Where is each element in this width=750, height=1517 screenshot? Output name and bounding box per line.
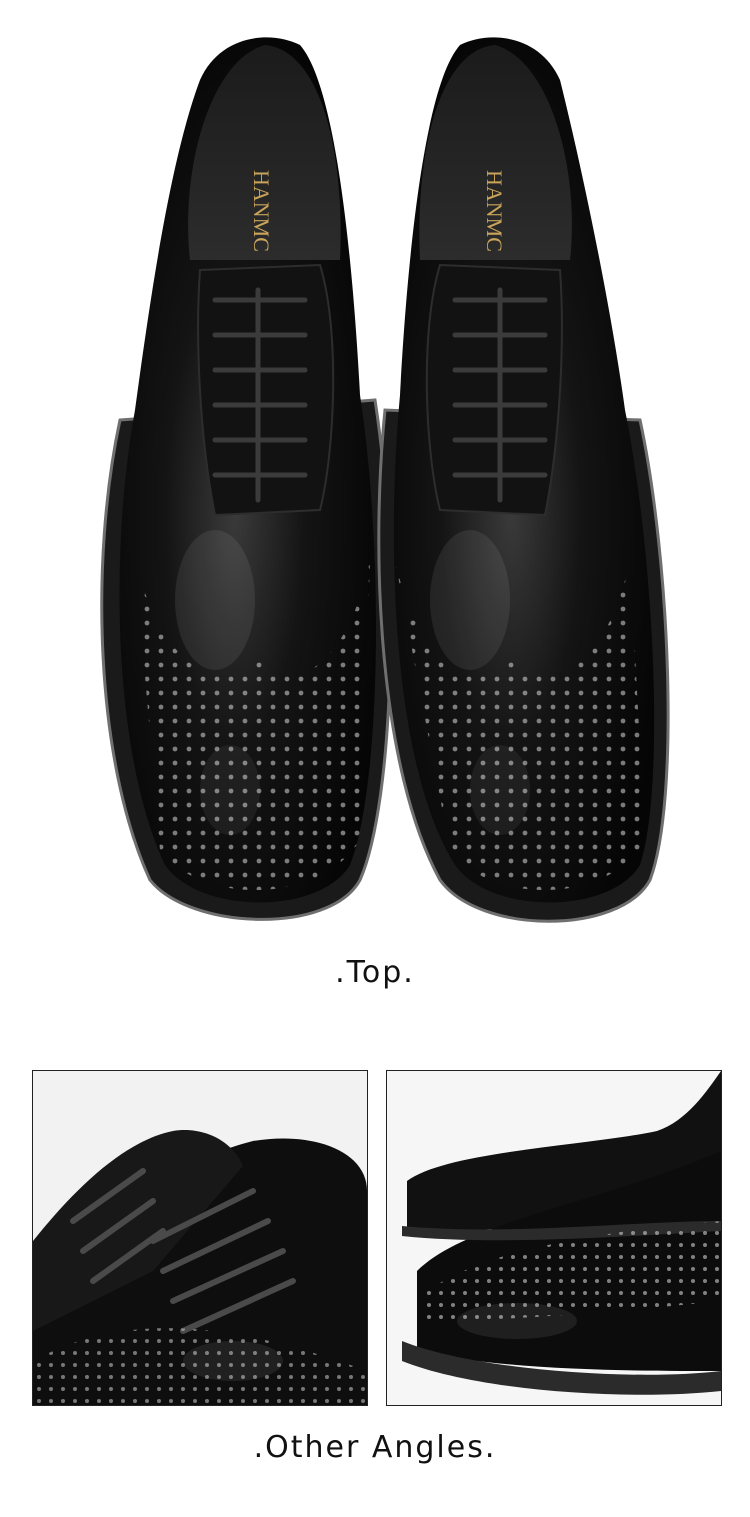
- lacing-closeup-image: [32, 1070, 368, 1406]
- svg-text:HANMC: HANMC: [249, 170, 274, 252]
- left-shoe: HANMC: [100, 37, 393, 921]
- insole-logo: HANMC: [249, 170, 274, 252]
- top-view-image: HANMC HANMC: [0, 0, 750, 940]
- other-angles-caption: .Other Angles.: [253, 1430, 497, 1465]
- toe-closeup-image: [386, 1070, 722, 1406]
- insole-logo: HANMC: [482, 170, 507, 252]
- top-caption: .Top.: [335, 955, 415, 990]
- svg-text:HANMC: HANMC: [482, 170, 507, 252]
- right-shoe: HANMC: [377, 37, 670, 923]
